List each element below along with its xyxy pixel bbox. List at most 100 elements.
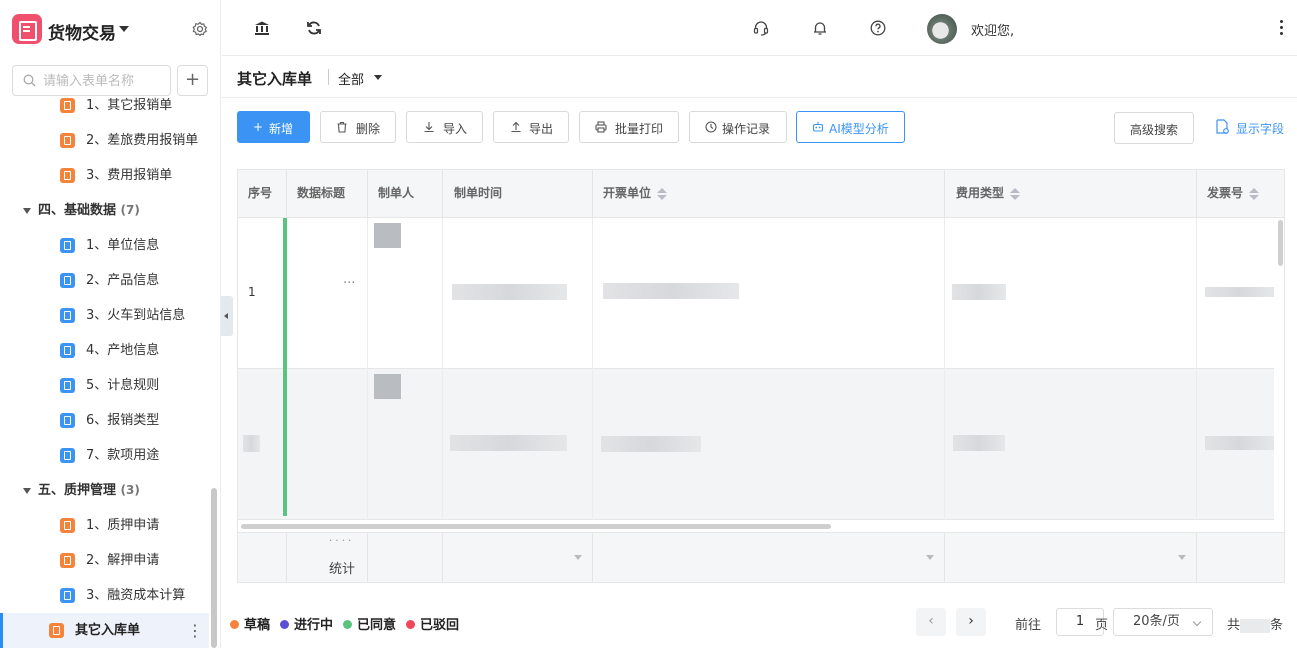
- column-header[interactable]: 序号: [238, 170, 287, 218]
- more-vertical-icon[interactable]: [1280, 20, 1284, 36]
- view-filter[interactable]: 全部: [338, 69, 364, 88]
- document-icon: [60, 273, 75, 288]
- delete-button-label: 删除: [356, 122, 381, 136]
- ai-analysis-label: AI模型分析: [829, 122, 889, 136]
- sidebar-item-label: 2、差旅费用报销单: [86, 133, 199, 148]
- sidebar-item-label: 5、计息规则: [86, 378, 160, 393]
- upload-icon: [511, 121, 521, 133]
- new-button[interactable]: + 新增: [237, 111, 310, 143]
- sidebar-item[interactable]: 7、款项用途: [0, 438, 209, 473]
- column-header-label: 开票单位: [603, 186, 652, 200]
- table-row[interactable]: 1 ···: [238, 218, 1274, 369]
- caret-down-icon[interactable]: [119, 26, 129, 32]
- page-title: 其它入库单: [237, 70, 313, 88]
- sidebar-item[interactable]: 5、计息规则: [0, 368, 209, 403]
- sidebar-item-label: 4、产地信息: [86, 343, 160, 358]
- sidebar-item[interactable]: 3、融资成本计算: [0, 578, 209, 613]
- redacted-value: [953, 435, 1005, 451]
- title-cell: ···: [287, 218, 368, 369]
- page-unit-label: 页: [1095, 618, 1109, 633]
- toolbar: + 新增 删除 导入 导出 批量打印 操作记录 AI模型分析 高级搜索 显示字段: [222, 98, 1297, 158]
- robot-icon: [812, 122, 824, 132]
- sidebar-group[interactable]: 五、质押管理 (3): [0, 473, 209, 508]
- sidebar-scrollbar[interactable]: [211, 488, 217, 648]
- sort-icon[interactable]: [1249, 187, 1260, 200]
- sidebar-item[interactable]: 1、单位信息: [0, 228, 209, 263]
- batch-print-button[interactable]: 批量打印: [579, 111, 679, 143]
- column-header[interactable]: 开票单位: [593, 170, 945, 218]
- summary-label: 统计: [329, 562, 356, 577]
- sidebar-item[interactable]: 2、产品信息: [0, 263, 209, 298]
- creator-cell: [368, 369, 443, 520]
- document-icon: [60, 133, 75, 148]
- sort-icon[interactable]: [1010, 187, 1021, 200]
- redacted-value: [952, 284, 1006, 300]
- sidebar-item[interactable]: 4、产地信息: [0, 333, 209, 368]
- refresh-icon[interactable]: [306, 20, 322, 36]
- sidebar-item-label: 1、质押申请: [86, 518, 160, 533]
- divider: [328, 69, 329, 85]
- issuer-cell: [593, 369, 945, 520]
- sidebar-item[interactable]: 3、费用报销单: [0, 158, 209, 193]
- sidebar-item[interactable]: 2、差旅费用报销单: [0, 123, 209, 158]
- column-header[interactable]: 发票号: [1197, 170, 1284, 218]
- summary-select[interactable]: [443, 533, 593, 582]
- sidebar-item[interactable]: 1、质押申请: [0, 508, 209, 543]
- welcome-text: 欢迎您,: [971, 24, 1015, 39]
- sort-icon[interactable]: [657, 187, 668, 200]
- column-header[interactable]: 制单时间: [443, 170, 593, 218]
- column-header[interactable]: 制单人: [368, 170, 443, 218]
- prev-page-button[interactable]: ‹: [916, 608, 946, 636]
- help-icon[interactable]: [870, 20, 886, 36]
- data-table: 序号 数据标题 制单人 制单时间 开票单位 费用类型 发票号 1 ··· · ·…: [237, 169, 1285, 583]
- sidebar-item[interactable]: 1、其它报销单: [0, 88, 209, 123]
- sidebar-item[interactable]: 3、火车到站信息: [0, 298, 209, 333]
- dot-icon: [406, 620, 416, 629]
- column-header[interactable]: 数据标题: [287, 170, 368, 218]
- redacted-value: [601, 436, 701, 452]
- page-size-select[interactable]: 20条/页: [1113, 608, 1213, 636]
- creator-avatar: [374, 223, 401, 248]
- sidebar-item[interactable]: 2、解押申请: [0, 543, 209, 578]
- caret-down-icon: [23, 488, 31, 494]
- time-cell: [443, 218, 593, 369]
- import-button[interactable]: 导入: [406, 111, 483, 143]
- app-title[interactable]: 货物交易: [48, 19, 116, 44]
- headset-icon[interactable]: [753, 20, 769, 36]
- avatar[interactable]: [927, 14, 957, 44]
- advanced-search-button[interactable]: 高级搜索: [1114, 112, 1194, 144]
- summary-select[interactable]: [945, 533, 1197, 582]
- sidebar-item-label: 3、火车到站信息: [86, 308, 186, 323]
- next-page-button[interactable]: ›: [956, 608, 986, 636]
- sidebar-item[interactable]: 6、报销类型: [0, 403, 209, 438]
- row-index: 1: [248, 285, 256, 299]
- footer: 草稿 进行中 已同意 已驳回 ‹ › 前往 1 页 20条/页 共条: [222, 596, 1297, 648]
- dot-icon: [343, 620, 353, 629]
- delete-button[interactable]: 删除: [320, 111, 396, 143]
- export-button[interactable]: 导出: [493, 111, 569, 143]
- table-row[interactable]: [238, 369, 1274, 520]
- ai-analysis-button[interactable]: AI模型分析: [796, 111, 905, 143]
- collapse-sidebar-handle[interactable]: [221, 296, 233, 336]
- time-cell: [443, 369, 593, 520]
- sidebar-item-active[interactable]: 其它入库单 ⋮: [0, 613, 209, 648]
- summary-select[interactable]: [593, 533, 945, 582]
- table-horizontal-scrollbar[interactable]: [241, 524, 831, 529]
- document-icon: [60, 413, 75, 428]
- legend-item: 进行中: [280, 618, 333, 633]
- caret-down-icon[interactable]: [374, 75, 382, 80]
- creator-avatar: [374, 374, 401, 399]
- summary-dots: · · · ·: [329, 536, 352, 547]
- sidebar-item-label: 其它入库单: [75, 623, 141, 638]
- legend-item: 已驳回: [406, 618, 459, 633]
- column-header[interactable]: 费用类型: [945, 170, 1197, 218]
- more-vertical-icon[interactable]: ⋮: [187, 613, 203, 648]
- summary-cell: [1197, 533, 1284, 582]
- sidebar-group[interactable]: 四、基础数据 (7): [0, 193, 209, 228]
- document-icon: [60, 238, 75, 253]
- bank-icon[interactable]: [254, 20, 270, 36]
- gear-icon[interactable]: [192, 21, 208, 37]
- table-vertical-scrollbar[interactable]: [1278, 220, 1283, 266]
- operation-log-button[interactable]: 操作记录: [689, 111, 787, 143]
- bell-icon[interactable]: [812, 20, 828, 36]
